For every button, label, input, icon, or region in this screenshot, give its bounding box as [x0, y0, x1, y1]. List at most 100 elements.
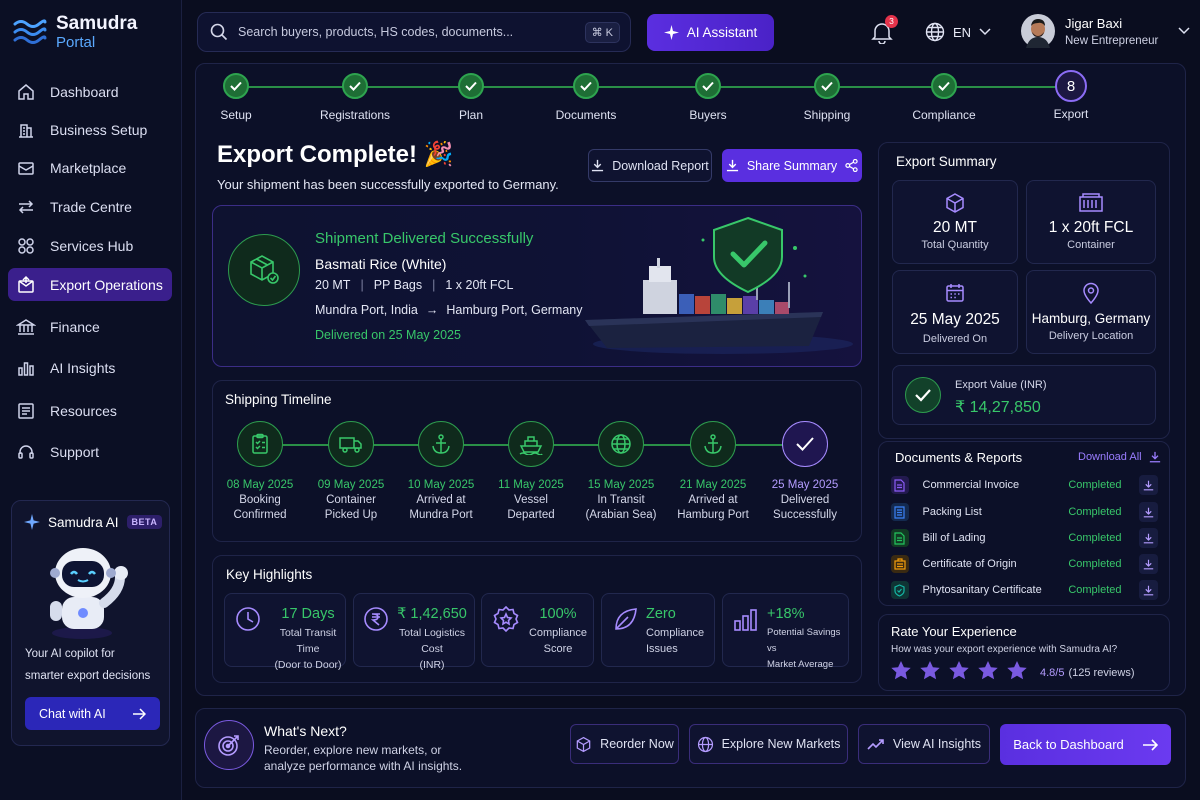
globe-icon: [598, 421, 644, 467]
sidebar-item-label: Export Operations: [50, 276, 163, 293]
export-value-label: Export Value (INR): [955, 379, 1047, 391]
step-label: Buyers: [689, 108, 727, 122]
bank-icon: [16, 317, 36, 337]
step-compliance[interactable]: Compliance: [894, 73, 994, 122]
share-icon: [845, 159, 858, 172]
step-plan[interactable]: Plan: [421, 73, 521, 122]
delivery-card: Shipment Delivered Successfully Basmati …: [212, 205, 862, 367]
download-document-button[interactable]: [1138, 502, 1158, 522]
download-icon: [591, 159, 604, 172]
user-role: New Entrepreneur: [1065, 34, 1159, 47]
summary-quantity: 20 MT Total Quantity: [892, 180, 1018, 264]
search-input[interactable]: [238, 25, 568, 39]
document-status: Completed: [1068, 532, 1122, 544]
step-setup[interactable]: Setup: [186, 73, 286, 122]
rating-question: How was your export experience with Samu…: [891, 644, 1118, 655]
sidebar-item-dashboard[interactable]: Dashboard: [8, 75, 172, 108]
sidebar-item-finance[interactable]: Finance: [8, 310, 172, 343]
sidebar-item-label: Dashboard: [50, 83, 119, 100]
book-icon: [16, 401, 36, 421]
sidebar-item-trade-centre[interactable]: Trade Centre: [8, 190, 172, 223]
search-bar[interactable]: ⌘ K: [197, 12, 631, 52]
sidebar-item-label: Finance: [50, 318, 100, 335]
delivery-status: Shipment Delivered Successfully: [315, 230, 534, 247]
sidebar-item-label: AI Insights: [50, 359, 116, 376]
explore-new-markets-button[interactable]: Explore New Markets: [689, 724, 848, 764]
store-icon: [16, 158, 36, 178]
shield-icon: [891, 581, 909, 599]
sidebar-item-resources[interactable]: Resources: [8, 394, 172, 427]
highlight-value: Zero: [646, 606, 676, 622]
divider: |: [432, 278, 436, 292]
divider: |: [360, 278, 364, 292]
highlight-value: ₹ 1,42,650: [397, 606, 467, 622]
timeline-title: Shipping Timeline: [225, 392, 332, 407]
sidebar-item-ai-insights[interactable]: AI Insights: [8, 351, 172, 384]
summary-delivery-location: Hamburg, Germany Delivery Location: [1026, 270, 1156, 354]
sidebar-item-support[interactable]: Support: [8, 435, 172, 468]
timeline-event: 15 May 2025 In Transit (Arabian Sea): [575, 421, 667, 523]
sidebar-item-label: Services Hub: [50, 237, 134, 254]
reorder-now-button[interactable]: Reorder Now: [570, 724, 679, 764]
app-subname: Portal: [56, 34, 96, 51]
step-registrations[interactable]: Registrations: [305, 73, 405, 122]
download-document-button[interactable]: [1138, 554, 1158, 574]
check-icon: [814, 73, 840, 99]
quantity-value: 20 MT: [315, 278, 351, 292]
summary-value: Hamburg, Germany: [1031, 311, 1151, 326]
back-to-dashboard-button[interactable]: Back to Dashboard: [1000, 724, 1171, 765]
app-logo[interactable]: Samudra Portal: [12, 14, 137, 52]
check-icon: [342, 73, 368, 99]
cube-icon: [944, 192, 966, 214]
star-icon[interactable]: [919, 660, 941, 681]
check-icon: [782, 421, 828, 467]
reorder-label: Reorder Now: [600, 737, 674, 751]
star-icon[interactable]: [977, 660, 999, 681]
chat-with-ai-button[interactable]: Chat with AI: [25, 697, 160, 730]
download-report-label: Download Report: [612, 158, 709, 173]
step-documents[interactable]: Documents: [536, 73, 636, 122]
home-icon: [16, 82, 36, 102]
event-label: Successfully: [773, 509, 837, 521]
step-label: Compliance: [912, 108, 976, 122]
rating-reviews: (125 reviews): [1068, 667, 1135, 679]
step-shipping[interactable]: Shipping: [777, 73, 877, 122]
document-name: Certificate of Origin: [922, 558, 1017, 570]
highlights-title: Key Highlights: [226, 567, 313, 582]
ai-assistant-button[interactable]: AI Assistant: [647, 14, 774, 51]
view-ai-insights-button[interactable]: View AI Insights: [858, 724, 990, 764]
download-document-button[interactable]: [1138, 580, 1158, 600]
step-export[interactable]: 8 Export: [1021, 70, 1121, 121]
share-summary-button[interactable]: Share Summary: [722, 149, 862, 182]
sidebar-item-services-hub[interactable]: Services Hub: [8, 229, 172, 262]
anchor-icon: [690, 421, 736, 467]
sidebar-nav: Dashboard Business Setup Marketplace Tra…: [8, 75, 172, 468]
event-date: 08 May 2025: [226, 479, 294, 491]
insights-label: View AI Insights: [892, 737, 981, 751]
cargo-ship-illustration: [573, 216, 858, 361]
download-document-button[interactable]: [1138, 528, 1158, 548]
user-menu[interactable]: Jigar Baxi New Entrepreneur: [1021, 14, 1190, 48]
language-label: EN: [953, 24, 972, 40]
user-name: Jigar Baxi: [1065, 15, 1123, 31]
download-report-button[interactable]: Download Report: [588, 149, 712, 182]
star-rating[interactable]: [890, 660, 1028, 681]
language-selector[interactable]: EN: [925, 22, 991, 42]
star-icon[interactable]: [1006, 660, 1028, 681]
star-icon[interactable]: [948, 660, 970, 681]
sidebar-item-marketplace[interactable]: Marketplace: [8, 151, 172, 184]
event-label: Arrived at: [688, 494, 738, 506]
download-all-link[interactable]: Download All: [1078, 451, 1161, 463]
download-document-button[interactable]: [1138, 475, 1158, 495]
star-icon[interactable]: [890, 660, 912, 681]
whats-next-description: Reorder, explore new markets, or: [264, 743, 442, 757]
export-value-card: Export Value (INR) ₹ 14,27,850: [892, 365, 1156, 425]
notifications-button[interactable]: 3: [871, 15, 898, 44]
sidebar-item-business-setup[interactable]: Business Setup: [8, 113, 172, 146]
step-buyers[interactable]: Buyers: [658, 73, 758, 122]
sidebar-item-export-operations[interactable]: Export Operations: [8, 268, 172, 301]
highlight-label: Market Average: [767, 659, 834, 670]
clipboard-icon: [237, 421, 283, 467]
event-date: 09 May 2025: [317, 479, 385, 491]
chevron-down-icon: [979, 28, 991, 36]
